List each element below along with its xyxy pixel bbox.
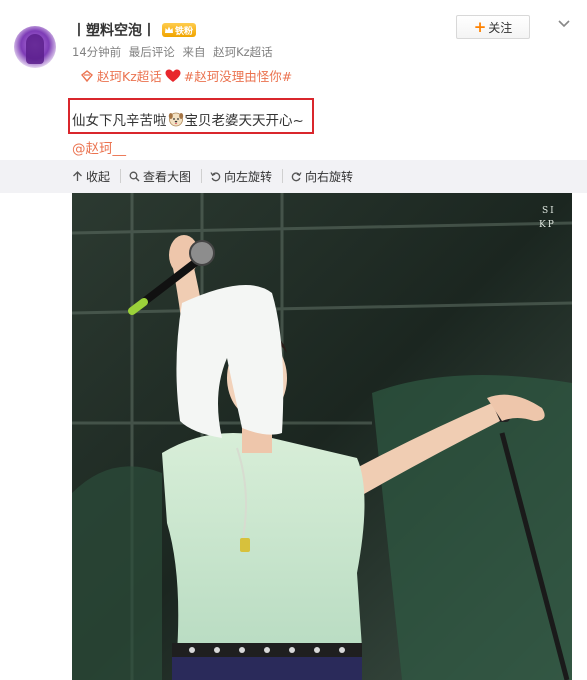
collapse-icon (73, 170, 82, 181)
post-text: 仙女下凡辛苦啦 宝贝老婆天天开心~ (72, 109, 304, 129)
avatar-figure (26, 34, 44, 64)
topics-row: 赵珂Kz超话 #赵珂没理由怪你# (80, 66, 292, 85)
post-text-part2: 宝贝老婆天天开心~ (184, 113, 304, 129)
dog-emoji-icon (168, 112, 183, 127)
avatar[interactable] (14, 26, 56, 68)
post-photo[interactable]: SI KP (72, 193, 572, 680)
rotate-left-icon (210, 171, 221, 181)
chevron-down-icon[interactable] (557, 16, 571, 30)
fan-badge[interactable]: 铁粉 (162, 23, 197, 37)
username[interactable]: 丨塑料空泡丨 (72, 20, 156, 40)
fan-badge-label: 铁粉 (175, 26, 194, 37)
post-time[interactable]: 14分钟前 (72, 45, 121, 59)
post-meta: 14分钟前 最后评论 来自 赵珂Kz超话 (72, 44, 277, 60)
view-large-button[interactable]: 查看大图 (129, 169, 203, 184)
topic-diamond-icon (81, 69, 93, 82)
plus-icon: + (473, 17, 487, 36)
hashtag-link[interactable]: #赵珂没理由怪你# (184, 66, 292, 85)
source-link[interactable]: 赵珂Kz超话 (213, 45, 273, 59)
mention-link[interactable]: @赵珂__ (72, 137, 126, 157)
rotate-right-button[interactable]: 向右旋转 (291, 169, 363, 184)
post-text-part1: 仙女下凡辛苦啦 (72, 113, 167, 129)
concert-photo-illustration: SI KP (72, 193, 572, 680)
last-comment-link[interactable]: 最后评论 (129, 45, 175, 59)
magnifier-icon (129, 171, 140, 181)
watermark-line1: SI (542, 206, 556, 216)
media-actions: 收起 查看大图 向左旋转 向右旋转 (72, 169, 371, 184)
collapse-button[interactable]: 收起 (72, 169, 122, 184)
username-row: 丨塑料空泡丨 铁粉 (72, 20, 197, 40)
rotate-left-label: 向左旋转 (224, 169, 273, 184)
heart-icon (165, 69, 181, 82)
view-large-label: 查看大图 (143, 169, 192, 184)
watermark-line2: KP (539, 220, 556, 230)
crown-icon (165, 26, 173, 33)
follow-label: 关注 (488, 20, 513, 35)
follow-button[interactable]: + 关注 (456, 15, 530, 39)
supertopic-link[interactable]: 赵珂Kz超话 (97, 66, 162, 85)
rotate-right-icon (291, 171, 302, 181)
rotate-left-button[interactable]: 向左旋转 (210, 169, 284, 184)
collapse-label: 收起 (86, 169, 111, 184)
rotate-right-label: 向右旋转 (305, 169, 354, 184)
source-prefix: 来自 (182, 45, 206, 59)
